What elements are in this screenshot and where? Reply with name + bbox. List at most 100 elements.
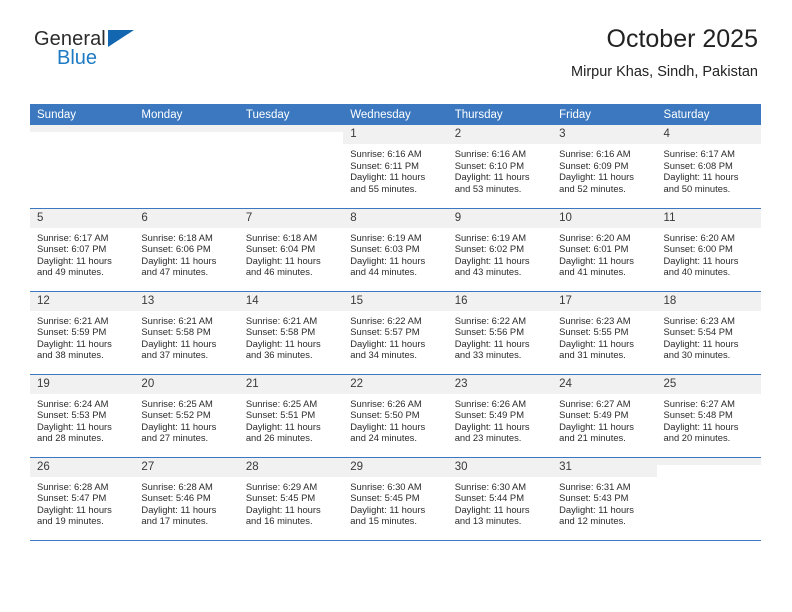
calendar-day-cell[interactable]: 4 Sunrise: 6:17 AM Sunset: 6:08 PM Daylight… [656,125,761,209]
calendar-week-row: 26 Sunrise: 6:28 AM Sunset: 5:47 PM Dayligh… [30,457,761,541]
sunrise-sunset-calendar: Sunday Monday Tuesday Wednesday Thursday… [30,104,761,541]
sunset-time: Sunset: 6:00 PM [663,243,733,255]
calendar-day-cell[interactable]: 27 Sunrise: 6:28 AM Sunset: 5:46 PM Dayligh… [134,457,239,541]
sunrise-time: Sunrise: 6:18 AM [141,231,213,243]
calendar-day-cell[interactable]: 23 Sunrise: 6:26 AM Sunset: 5:49 PM Dayligh… [447,374,553,458]
day-number [30,125,135,132]
calendar-day-cell[interactable]: 12 Sunrise: 6:21 AM Sunset: 5:59 PM Dayligh… [30,291,135,375]
weekday-header-row: Sunday Monday Tuesday Wednesday Thursday… [30,104,761,125]
day-number: 13 [134,291,239,311]
calendar-week-row: 19 Sunrise: 6:24 AM Sunset: 5:53 PM Dayligh… [30,374,761,458]
calendar-day-cell[interactable]: 5 Sunrise: 6:17 AM Sunset: 6:07 PM Daylight… [30,208,135,292]
title-block: October 2025 Mirpur Khas, Sindh, Pakista… [571,24,758,82]
calendar-day-cell[interactable]: 18 Sunrise: 6:23 AM Sunset: 5:54 PM Dayligh… [656,291,761,375]
day-number: 18 [656,291,761,311]
calendar-day-cell[interactable]: 10 Sunrise: 6:20 AM Sunset: 6:01 PM Dayligh… [552,208,657,292]
day-number: 17 [552,291,657,311]
day-number [134,125,239,132]
calendar-day-cell-empty [30,125,135,209]
calendar-day-cell[interactable]: 25 Sunrise: 6:27 AM Sunset: 5:48 PM Dayligh… [656,374,761,458]
sunrise-time: Sunrise: 6:25 AM [245,397,318,409]
day-details: Sunrise: 6:31 AM Sunset: 5:43 PM Daylight:… [552,477,656,527]
sunrise-time: Sunrise: 6:27 AM [559,397,631,409]
daylight-duration-line2: and 47 minutes. [141,266,209,278]
sunrise-time: Sunrise: 6:28 AM [141,480,213,492]
daylight-duration-line1: Daylight: 11 hours [141,420,217,432]
calendar-day-cell[interactable]: 24 Sunrise: 6:27 AM Sunset: 5:49 PM Dayligh… [552,374,657,458]
sunset-time: Sunset: 6:08 PM [663,159,733,171]
day-details: Sunrise: 6:24 AM Sunset: 5:53 PM Daylight:… [30,394,134,444]
calendar-day-cell[interactable]: 1 Sunrise: 6:16 AM Sunset: 6:11 PM Daylight… [343,125,448,209]
sunset-time: Sunset: 6:03 PM [350,243,420,255]
sunrise-time: Sunrise: 6:25 AM [141,397,213,409]
sunrise-time: Sunrise: 6:28 AM [37,480,109,492]
calendar-day-cell[interactable]: 2 Sunrise: 6:16 AM Sunset: 6:10 PM Daylight… [447,125,553,209]
day-number: 28 [238,457,344,477]
calendar-day-cell[interactable]: 13 Sunrise: 6:21 AM Sunset: 5:58 PM Dayligh… [134,291,239,375]
daylight-duration-line2: and 50 minutes. [663,182,731,194]
calendar-day-cell[interactable]: 11 Sunrise: 6:20 AM Sunset: 6:00 PM Dayligh… [656,208,761,292]
calendar-day-cell[interactable]: 3 Sunrise: 6:16 AM Sunset: 6:09 PM Daylight… [552,125,657,209]
sunrise-time: Sunrise: 6:31 AM [559,480,631,492]
daylight-duration-line1: Daylight: 11 hours [663,254,739,266]
generalblue-logo[interactable]: General Blue [34,24,154,68]
day-number: 19 [30,374,135,394]
calendar-day-cell[interactable]: 9 Sunrise: 6:19 AM Sunset: 6:02 PM Daylight… [447,208,553,292]
sunset-time: Sunset: 5:45 PM [245,492,316,504]
daylight-duration-line2: and 16 minutes. [245,515,313,527]
sunset-time: Sunset: 5:55 PM [559,326,629,338]
calendar-day-cell[interactable]: 16 Sunrise: 6:22 AM Sunset: 5:56 PM Dayligh… [447,291,553,375]
day-details: Sunrise: 6:16 AM Sunset: 6:11 PM Daylight:… [343,144,447,194]
day-details: Sunrise: 6:27 AM Sunset: 5:48 PM Daylight:… [657,394,761,444]
day-number: 1 [343,125,448,144]
calendar-day-cell[interactable]: 31 Sunrise: 6:31 AM Sunset: 5:43 PM Dayligh… [552,457,657,541]
calendar-day-cell[interactable]: 6 Sunrise: 6:18 AM Sunset: 6:06 PM Daylight… [134,208,239,292]
daylight-duration-line2: and 37 minutes. [141,349,209,361]
calendar-day-cell[interactable]: 17 Sunrise: 6:23 AM Sunset: 5:55 PM Dayligh… [552,291,657,375]
calendar-day-cell[interactable]: 28 Sunrise: 6:29 AM Sunset: 5:45 PM Dayligh… [238,457,344,541]
sunset-time: Sunset: 6:10 PM [454,159,524,171]
calendar-day-cell[interactable]: 21 Sunrise: 6:25 AM Sunset: 5:51 PM Dayligh… [238,374,344,458]
calendar-day-cell[interactable]: 8 Sunrise: 6:19 AM Sunset: 6:03 PM Daylight… [343,208,448,292]
calendar-day-cell[interactable]: 26 Sunrise: 6:28 AM Sunset: 5:47 PM Dayligh… [30,457,135,541]
daylight-duration-line1: Daylight: 11 hours [454,254,530,266]
daylight-duration-line1: Daylight: 11 hours [37,337,112,349]
sunset-time: Sunset: 5:57 PM [350,326,420,338]
daylight-duration-line2: and 41 minutes. [559,266,626,278]
calendar-week-row: 1 Sunrise: 6:16 AM Sunset: 6:11 PM Daylight… [30,125,761,209]
daylight-duration-line2: and 27 minutes. [141,432,209,444]
page-title: October 2025 [606,25,759,53]
day-details: Sunrise: 6:29 AM Sunset: 5:45 PM Daylight:… [239,477,343,527]
sunrise-time: Sunrise: 6:23 AM [663,314,735,326]
calendar-day-cell[interactable]: 20 Sunrise: 6:25 AM Sunset: 5:52 PM Dayligh… [134,374,239,458]
day-number: 10 [552,208,657,228]
sunset-time: Sunset: 6:02 PM [454,243,524,255]
day-number: 15 [343,291,448,311]
calendar-day-cell[interactable]: 29 Sunrise: 6:30 AM Sunset: 5:45 PM Dayligh… [343,457,448,541]
calendar-day-cell[interactable]: 7 Sunrise: 6:18 AM Sunset: 6:04 PM Daylight… [238,208,344,292]
day-number [238,125,344,132]
sunrise-time: Sunrise: 6:21 AM [37,314,109,326]
daylight-duration-line2: and 30 minutes. [663,349,731,361]
day-number: 30 [447,457,553,477]
daylight-duration-line1: Daylight: 11 hours [559,254,634,266]
daylight-duration-line1: Daylight: 11 hours [559,337,634,349]
sunset-time: Sunset: 5:53 PM [37,409,107,421]
day-number: 25 [656,374,761,394]
day-number: 31 [552,457,657,477]
calendar-day-cell[interactable]: 30 Sunrise: 6:30 AM Sunset: 5:44 PM Dayligh… [447,457,553,541]
sunset-time: Sunset: 5:47 PM [37,492,107,504]
calendar-day-cell[interactable]: 22 Sunrise: 6:26 AM Sunset: 5:50 PM Dayligh… [343,374,448,458]
day-details: Sunrise: 6:23 AM Sunset: 5:54 PM Daylight:… [657,311,761,361]
day-details: Sunrise: 6:17 AM Sunset: 6:07 PM Daylight:… [30,228,134,278]
day-details: Sunrise: 6:25 AM Sunset: 5:52 PM Daylight:… [134,394,238,444]
daylight-duration-line2: and 26 minutes. [245,432,313,444]
calendar-day-cell[interactable]: 19 Sunrise: 6:24 AM Sunset: 5:53 PM Dayligh… [30,374,135,458]
daylight-duration-line2: and 20 minutes. [663,432,731,444]
calendar-day-cell[interactable]: 15 Sunrise: 6:22 AM Sunset: 5:57 PM Dayligh… [343,291,448,375]
calendar-day-cell[interactable]: 14 Sunrise: 6:21 AM Sunset: 5:58 PM Dayligh… [238,291,344,375]
sunrise-time: Sunrise: 6:26 AM [454,397,527,409]
sunset-time: Sunset: 5:52 PM [141,409,211,421]
daylight-duration-line2: and 19 minutes. [37,515,104,527]
daylight-duration-line1: Daylight: 11 hours [350,337,426,349]
